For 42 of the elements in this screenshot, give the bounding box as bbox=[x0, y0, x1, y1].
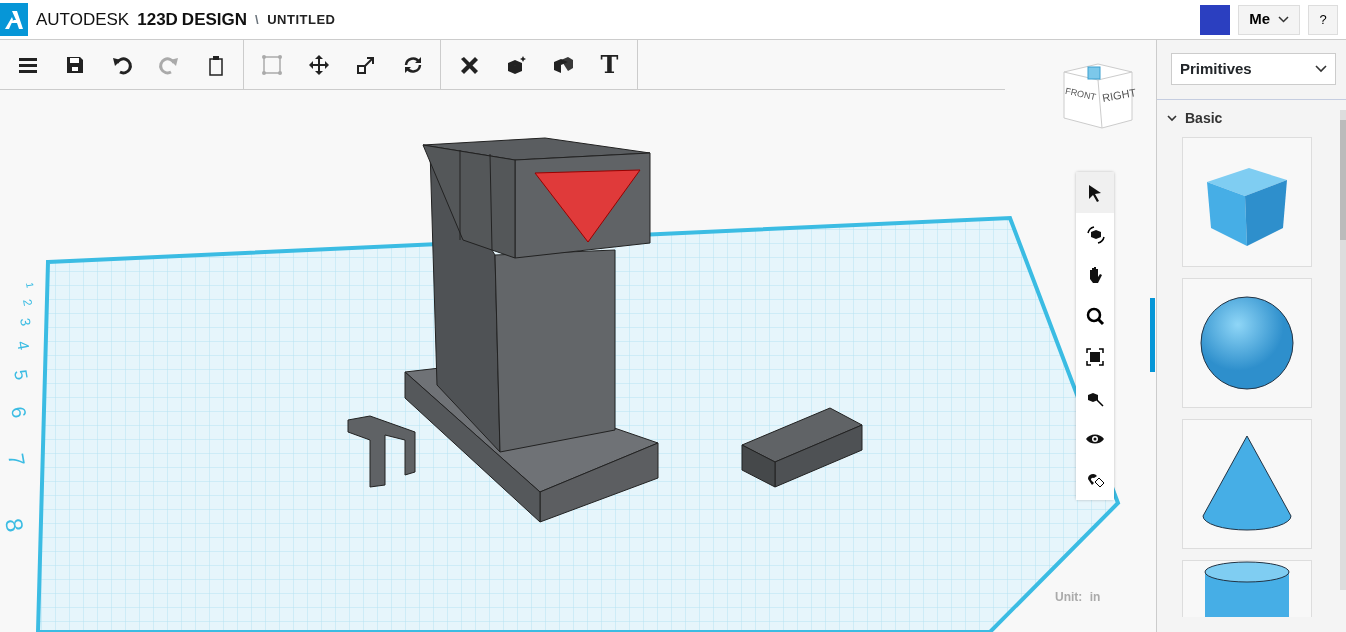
product-name: DESIGN bbox=[181, 8, 248, 31]
orbit-button[interactable] bbox=[1076, 213, 1114, 254]
move-icon bbox=[307, 53, 330, 76]
view-cube[interactable] bbox=[1060, 60, 1136, 130]
ruler-label: 3 bbox=[17, 316, 35, 328]
fit-view-icon bbox=[1085, 346, 1105, 367]
ruler-label: 6 bbox=[7, 404, 31, 420]
panel-toggle[interactable] bbox=[1150, 298, 1155, 372]
pointer-button[interactable] bbox=[1076, 172, 1114, 213]
primitive-tile[interactable] bbox=[1182, 137, 1312, 267]
avatar bbox=[1200, 4, 1231, 35]
orbit-icon bbox=[1085, 223, 1105, 244]
primitives-dropdown[interactable]: Primitives bbox=[1171, 53, 1336, 85]
chevron-down-icon bbox=[1315, 65, 1327, 73]
help-button[interactable]: ? bbox=[1308, 4, 1338, 35]
ruler-label: 7 bbox=[3, 451, 30, 468]
view-cube-label: FRONT bbox=[1063, 84, 1098, 105]
unit-value: in bbox=[1089, 590, 1101, 604]
search-icon bbox=[1085, 305, 1105, 326]
brand-name: AUTODESK bbox=[36, 8, 130, 31]
user-menu[interactable]: Me bbox=[1238, 4, 1300, 35]
ruler-label: 2 bbox=[20, 298, 35, 308]
logo-icon bbox=[4, 8, 24, 31]
scrollbar[interactable] bbox=[1340, 110, 1346, 590]
ruler-label: 1 bbox=[24, 281, 36, 289]
product-name: 123D bbox=[137, 8, 178, 31]
section-header[interactable]: Basic bbox=[1167, 108, 1336, 129]
ruler-label: 5 bbox=[10, 368, 32, 382]
chevron-icon bbox=[1167, 114, 1177, 123]
document-title: UNTITLED bbox=[267, 10, 336, 29]
unit-label: Unit: bbox=[1055, 590, 1083, 604]
bounding-box-icon bbox=[260, 53, 283, 76]
chevron-down-icon bbox=[1278, 16, 1289, 23]
primitive-tile[interactable] bbox=[1182, 560, 1312, 617]
section-title: Basic bbox=[1185, 109, 1223, 128]
view-cube-label: RIGHT bbox=[1100, 85, 1138, 106]
ruler-label: 4 bbox=[14, 339, 33, 352]
primitive-tile[interactable] bbox=[1182, 419, 1312, 549]
path-separator: \ bbox=[255, 10, 260, 29]
ruler-label: 8 bbox=[0, 516, 29, 534]
text-tool-button[interactable]: T bbox=[586, 42, 633, 87]
primitive-tile[interactable] bbox=[1182, 278, 1312, 408]
